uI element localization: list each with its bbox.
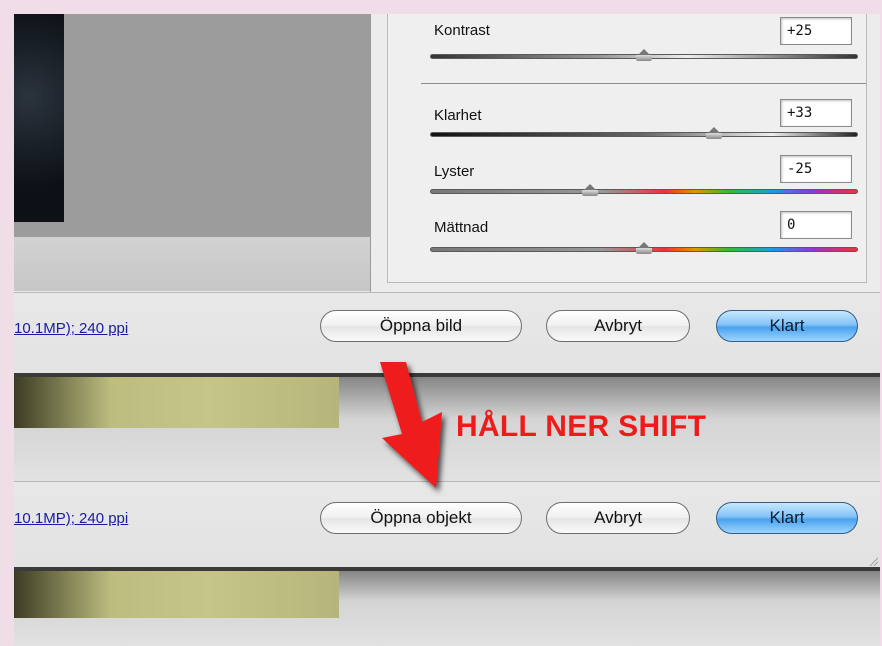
adjustments-panel: Kontrast +25 Klarhet +33 Lyster -25 Mätt… [370, 14, 880, 292]
kontrast-value-field[interactable]: +25 [780, 17, 852, 45]
cancel-button[interactable]: Avbryt [546, 310, 690, 342]
mattnad-slider-thumb[interactable] [636, 242, 652, 254]
background-photo-strip [14, 571, 339, 618]
divider [421, 83, 866, 84]
preview-band [14, 237, 370, 291]
background-photo-strip [14, 377, 339, 428]
arrow-down-icon [380, 362, 442, 488]
screenshot-area: Kontrast +25 Klarhet +33 Lyster -25 Mätt… [14, 14, 880, 646]
lyster-slider-thumb[interactable] [582, 184, 598, 196]
done-button[interactable]: Klart [716, 310, 858, 342]
cancel-button[interactable]: Avbryt [546, 502, 690, 534]
mattnad-value-field[interactable]: 0 [780, 211, 852, 239]
photo-preview [14, 14, 64, 222]
slider-label: Mättnad [434, 219, 489, 236]
image-info-link[interactable]: 10.1MP); 240 ppi [14, 320, 128, 337]
annotation-text: HÅLL NER SHIFT [456, 410, 707, 443]
open-object-button[interactable]: Öppna objekt [320, 502, 522, 534]
lyster-slider-track[interactable] [430, 189, 858, 194]
open-image-button[interactable]: Öppna bild [320, 310, 522, 342]
lyster-value-field[interactable]: -25 [780, 155, 852, 183]
preview-canvas-lower [14, 222, 64, 237]
klarhet-value-field[interactable]: +33 [780, 99, 852, 127]
done-button[interactable]: Klart [716, 502, 858, 534]
slider-label: Kontrast [434, 22, 490, 39]
resize-grip-icon[interactable] [868, 556, 878, 566]
slider-label: Lyster [434, 163, 475, 180]
klarhet-slider-thumb[interactable] [706, 127, 722, 139]
sliders-group: Kontrast +25 Klarhet +33 Lyster -25 Mätt… [387, 14, 867, 283]
preview-canvas [64, 14, 370, 237]
kontrast-slider-thumb[interactable] [636, 49, 652, 61]
slider-label: Klarhet [434, 107, 482, 124]
klarhet-slider-track[interactable] [430, 132, 858, 137]
image-info-link[interactable]: 10.1MP); 240 ppi [14, 510, 128, 527]
